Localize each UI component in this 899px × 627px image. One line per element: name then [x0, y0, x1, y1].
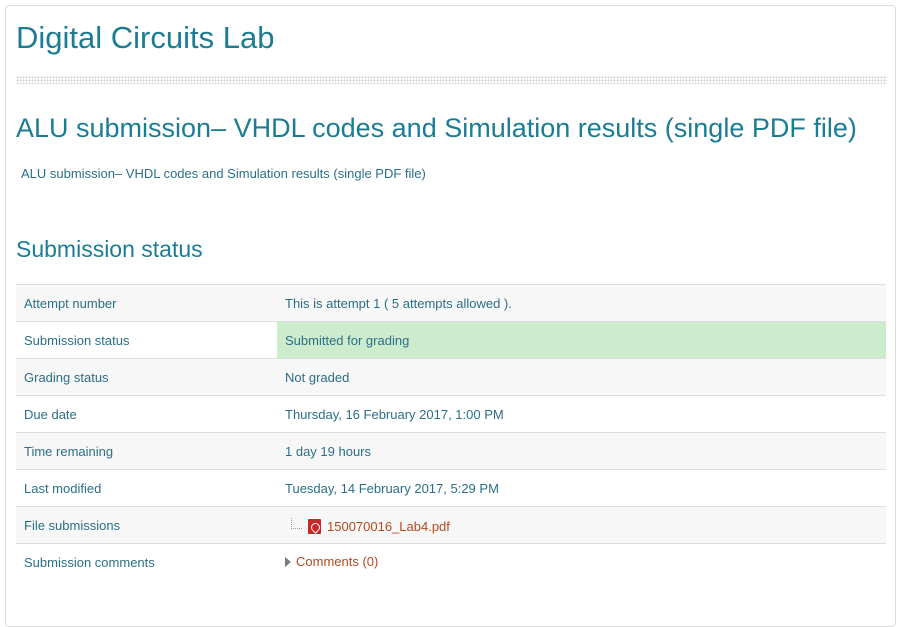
time-remaining-value: 1 day 19 hours	[277, 432, 886, 470]
row-label: Due date	[16, 395, 277, 433]
table-row-submission-status: Submission status Submitted for grading	[16, 321, 886, 359]
comments-toggle[interactable]: Comments (0)	[285, 554, 378, 569]
submission-comments-value: Comments (0)	[277, 543, 886, 580]
grading-status-value: Not graded	[277, 358, 886, 396]
table-row-time-remaining: Time remaining 1 day 19 hours	[16, 432, 886, 470]
dotted-divider	[16, 76, 887, 84]
table-row-grading-status: Grading status Not graded	[16, 358, 886, 396]
triangle-right-icon[interactable]	[285, 556, 291, 567]
file-item: 150070016_Lab4.pdf	[285, 517, 450, 534]
page-container: Digital Circuits Lab ALU submission– VHD…	[5, 5, 896, 627]
table-row-file-submissions: File submissions 150070016_Lab4.pdf	[16, 506, 886, 544]
submission-status-value: Submitted for grading	[277, 321, 886, 359]
submission-status-table: Attempt number This is attempt 1 ( 5 att…	[16, 284, 886, 580]
row-label: Attempt number	[16, 284, 277, 322]
last-modified-value: Tuesday, 14 February 2017, 5:29 PM	[277, 469, 886, 507]
table-row-submission-comments: Submission comments Comments (0)	[16, 543, 886, 580]
table-row-last-modified: Last modified Tuesday, 14 February 2017,…	[16, 469, 886, 507]
row-label: Grading status	[16, 358, 277, 396]
row-value: This is attempt 1 ( 5 attempts allowed )…	[277, 284, 886, 322]
assignment-intro: ALU submission– VHDL codes and Simulatio…	[21, 166, 426, 181]
comments-link[interactable]: Comments (0)	[296, 554, 378, 569]
due-date-value: Thursday, 16 February 2017, 1:00 PM	[277, 395, 886, 433]
file-link[interactable]: 150070016_Lab4.pdf	[327, 519, 450, 534]
row-label: Submission comments	[16, 543, 277, 580]
submission-status-heading: Submission status	[16, 236, 203, 262]
table-row-due-date: Due date Thursday, 16 February 2017, 1:0…	[16, 395, 886, 433]
table-row-attempt-number: Attempt number This is attempt 1 ( 5 att…	[16, 284, 886, 322]
row-label: Time remaining	[16, 432, 277, 470]
tree-connector	[291, 517, 302, 529]
row-label: Last modified	[16, 469, 277, 507]
file-submissions-value: 150070016_Lab4.pdf	[277, 506, 886, 544]
assignment-title: ALU submission– VHDL codes and Simulatio…	[16, 113, 857, 143]
pdf-icon	[308, 518, 321, 534]
course-title[interactable]: Digital Circuits Lab	[16, 20, 274, 56]
row-label: File submissions	[16, 506, 277, 544]
row-label: Submission status	[16, 321, 277, 359]
